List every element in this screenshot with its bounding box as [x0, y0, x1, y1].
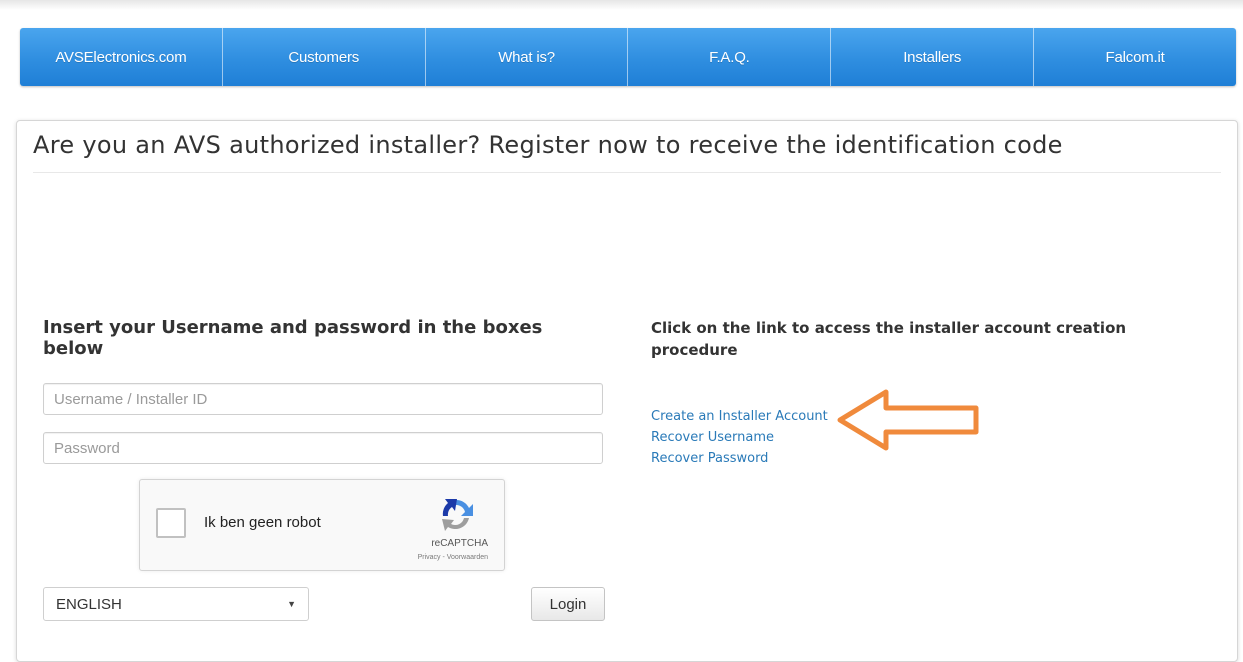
nav-item-faq[interactable]: F.A.Q.: [628, 28, 832, 86]
caret-down-icon: ▼: [287, 599, 296, 609]
arrow-left-icon: [837, 389, 979, 451]
main-panel: Are you an AVS authorized installer? Reg…: [16, 120, 1238, 662]
nav-item-installers[interactable]: Installers: [831, 28, 1035, 86]
language-select[interactable]: ENGLISH ▼: [43, 587, 309, 621]
nav-item-falcom[interactable]: Falcom.it: [1034, 28, 1236, 86]
recover-username-link[interactable]: Recover Username: [651, 427, 828, 448]
login-heading: Insert your Username and password in the…: [43, 317, 543, 359]
recaptcha-privacy-links[interactable]: Privacy - Voorwaarden: [418, 554, 488, 561]
password-input[interactable]: [43, 432, 603, 464]
recover-password-link[interactable]: Recover Password: [651, 448, 828, 469]
account-links: Create an Installer Account Recover User…: [651, 406, 828, 469]
create-installer-account-link[interactable]: Create an Installer Account: [651, 406, 828, 427]
recaptcha-brand: reCAPTCHA: [431, 538, 488, 549]
title-divider: [33, 172, 1221, 173]
page-title: Are you an AVS authorized installer? Reg…: [33, 131, 1063, 159]
username-input[interactable]: [43, 383, 603, 415]
account-heading: Click on the link to access the installe…: [651, 319, 1127, 359]
nav-item-what-is[interactable]: What is?: [426, 28, 629, 86]
main-navbar: AVSElectronics.com Customers What is? F.…: [20, 28, 1236, 86]
nav-item-avselectronics[interactable]: AVSElectronics.com: [20, 28, 223, 86]
nav-item-customers[interactable]: Customers: [223, 28, 426, 86]
recaptcha-checkbox[interactable]: [156, 508, 186, 538]
language-selected-value: ENGLISH: [56, 595, 122, 613]
top-shadow: [0, 0, 1243, 10]
recaptcha-widget: Ik ben geen robot reCAPTCHA Privacy - Vo…: [139, 479, 505, 571]
recaptcha-logo-icon: [442, 499, 473, 531]
recaptcha-label: Ik ben geen robot: [204, 514, 321, 531]
login-button[interactable]: Login: [531, 587, 605, 621]
